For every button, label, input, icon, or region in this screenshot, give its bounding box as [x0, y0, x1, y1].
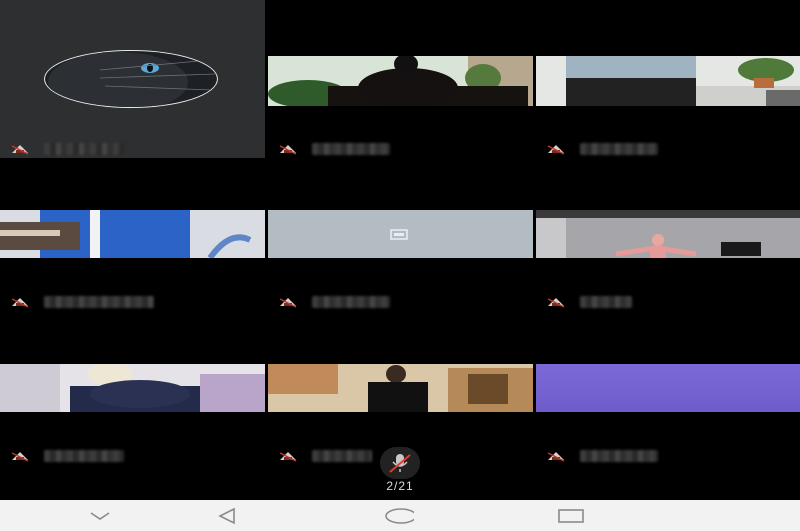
video-frame-backlit-person — [268, 56, 533, 106]
participant-video-off — [268, 210, 533, 258]
participant-name-redacted — [580, 296, 632, 308]
muted-microphone-icon — [279, 298, 297, 308]
participant-label — [546, 448, 658, 464]
video-grid — [0, 0, 800, 500]
square-recents-icon — [558, 509, 584, 523]
participant-name-redacted — [44, 450, 124, 462]
circle-home-icon — [385, 508, 414, 524]
participant-tile-4[interactable] — [0, 210, 265, 312]
participant-label — [10, 448, 124, 464]
page-count: 2/21 — [386, 479, 414, 493]
page-indicator: 2/21 — [350, 447, 450, 495]
video-frame-standing-person — [268, 364, 533, 412]
participant-tile-2[interactable] — [268, 56, 533, 158]
video-frame-room-person — [536, 210, 800, 258]
muted-microphone-icon — [547, 452, 565, 462]
participant-name-redacted — [312, 296, 390, 308]
participant-tile-3[interactable] — [536, 56, 800, 158]
participant-label — [10, 294, 154, 310]
muted-microphone-icon — [11, 452, 29, 462]
muted-microphone-icon — [389, 454, 411, 473]
participant-label — [10, 141, 124, 157]
participant-video — [0, 210, 265, 258]
video-frame-blue-jacket — [0, 210, 265, 258]
participant-label — [546, 294, 632, 310]
participant-tile-1[interactable] — [0, 0, 265, 158]
participant-tile-6[interactable] — [536, 210, 800, 312]
participant-video — [0, 364, 265, 412]
participant-name-redacted — [580, 450, 658, 462]
participant-video — [536, 210, 800, 258]
triangle-back-icon — [218, 507, 235, 525]
participant-tile-9[interactable] — [536, 364, 800, 466]
recents-button[interactable] — [556, 506, 586, 526]
muted-microphone-icon — [279, 145, 297, 155]
participant-video — [268, 56, 533, 106]
participant-label — [278, 141, 390, 157]
participant-tile-7[interactable] — [0, 364, 265, 466]
navigation-bar — [0, 500, 800, 531]
participant-name-redacted — [580, 143, 658, 155]
participant-video — [536, 56, 800, 106]
muted-microphone-icon — [547, 145, 565, 155]
chevron-down-icon — [90, 512, 110, 520]
camera-off-icon — [390, 229, 408, 240]
back-button[interactable] — [212, 506, 242, 526]
muted-microphone-icon — [279, 452, 297, 462]
participant-label — [278, 294, 390, 310]
participant-name-redacted — [44, 296, 154, 308]
hide-keyboard-button[interactable] — [85, 506, 115, 526]
participant-name-redacted — [44, 143, 124, 155]
participant-name-redacted — [312, 143, 390, 155]
participant-video — [268, 364, 533, 412]
muted-microphone-icon — [11, 145, 29, 155]
cat-avatar-image — [44, 50, 218, 108]
home-button[interactable] — [384, 506, 414, 526]
participant-avatar-frame — [0, 0, 265, 158]
participant-video — [536, 364, 800, 412]
muted-microphone-icon — [11, 298, 29, 308]
video-frame-room — [536, 56, 800, 106]
muted-microphone-icon — [547, 298, 565, 308]
mute-toggle-button[interactable] — [380, 447, 420, 479]
participant-tile-5[interactable] — [268, 210, 533, 312]
video-frame-blonde-person — [0, 364, 265, 412]
participant-label — [546, 141, 658, 157]
